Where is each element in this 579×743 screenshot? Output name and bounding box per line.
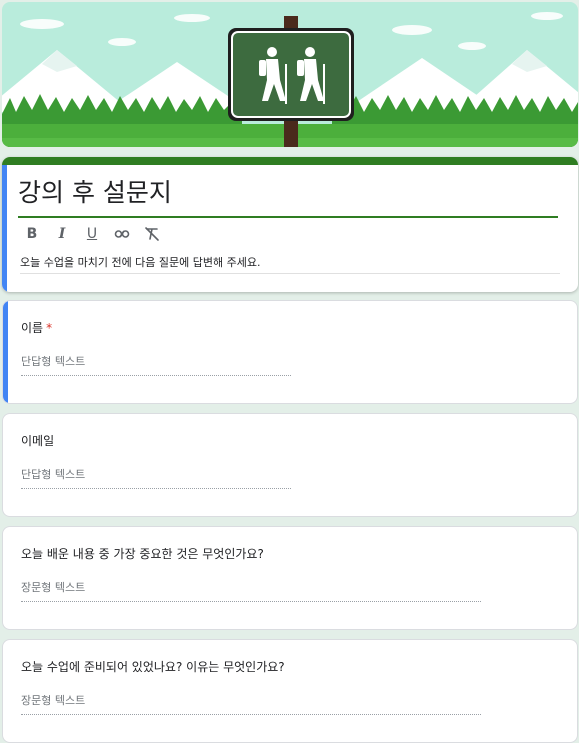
hiking-banner-image — [2, 2, 578, 147]
clear-format-icon — [145, 227, 159, 241]
short-answer-field: 단답형 텍스트 — [21, 353, 291, 376]
underline-icon: U — [86, 226, 98, 242]
question-title[interactable]: 오늘 배운 내용 중 가장 중요한 것은 무엇인가요? — [21, 545, 264, 562]
theme-color-bar — [2, 157, 578, 165]
header-banner[interactable] — [2, 2, 578, 147]
question-card-preparedness[interactable]: 오늘 수업에 준비되어 있었나요? 이유는 무엇인가요? 장문형 텍스트 — [2, 639, 578, 743]
question-title[interactable]: 이메일 — [21, 432, 54, 449]
link-icon — [114, 230, 130, 238]
question-title[interactable]: 오늘 수업에 준비되어 있었나요? 이유는 무엇인가요? — [21, 658, 285, 675]
form-editor: 강의 후 설문지 B I U 오늘 수업을 마치기 전에 다음 질문에 답변해 … — [0, 0, 579, 743]
paragraph-answer-field: 장문형 텍스트 — [21, 579, 481, 602]
form-title-input[interactable]: 강의 후 설문지 — [18, 176, 558, 218]
insert-link-button[interactable] — [112, 224, 132, 244]
active-indicator — [2, 165, 7, 292]
clear-formatting-button[interactable] — [142, 224, 162, 244]
format-toolbar: B I U — [22, 224, 162, 244]
bold-button[interactable]: B — [22, 224, 42, 244]
question-card-important-lesson[interactable]: 오늘 배운 내용 중 가장 중요한 것은 무엇인가요? 장문형 텍스트 — [2, 526, 578, 630]
bold-icon: B — [26, 226, 38, 242]
question-title[interactable]: 이름 * — [21, 319, 52, 336]
question-title-text: 이름 — [21, 321, 44, 335]
italic-button[interactable]: I — [52, 224, 72, 244]
paragraph-answer-field: 장문형 텍스트 — [21, 692, 481, 715]
required-asterisk: * — [46, 321, 53, 335]
short-answer-field: 단답형 텍스트 — [21, 466, 291, 489]
underline-button[interactable]: U — [82, 224, 102, 244]
question-card-email[interactable]: 이메일 단답형 텍스트 — [2, 413, 578, 517]
question-card-name[interactable]: 이름 * 단답형 텍스트 — [2, 300, 578, 404]
form-description-input[interactable]: 오늘 수업을 마치기 전에 다음 질문에 답변해 주세요. — [20, 254, 560, 274]
italic-icon: I — [58, 226, 66, 242]
